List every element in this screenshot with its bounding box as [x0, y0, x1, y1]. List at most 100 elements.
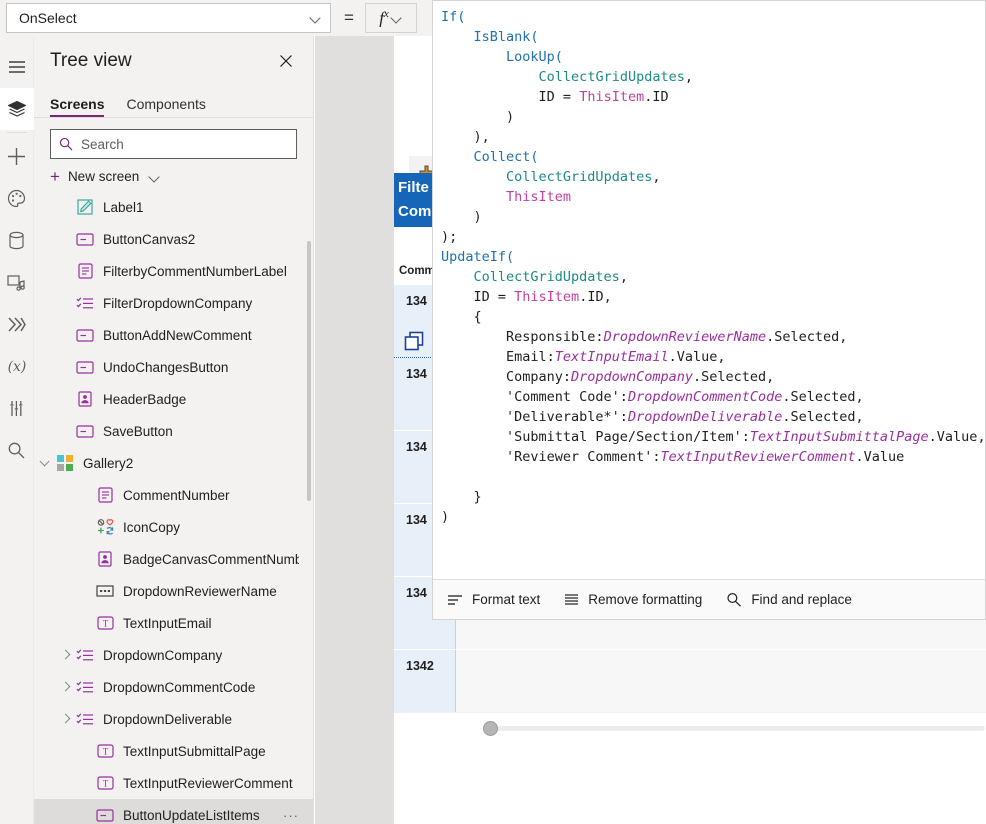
expand-spacer [78, 615, 94, 631]
menu-icon[interactable] [0, 46, 34, 88]
tab-components[interactable]: Components [126, 96, 205, 117]
chevron-right-icon[interactable] [58, 647, 74, 663]
data-icon[interactable] [0, 219, 34, 261]
tree-item-label: SaveButton [103, 423, 173, 439]
tree-item-dropdownreviewername[interactable]: DropdownReviewerName [34, 575, 313, 607]
tree-item-headerbadge[interactable]: HeaderBadge [34, 383, 313, 415]
format-text-button[interactable]: Format text [447, 592, 540, 607]
fx-button[interactable]: fx [365, 3, 417, 33]
code-line: ID = ThisItem.ID, [441, 287, 985, 307]
chevron-down-icon[interactable] [38, 455, 54, 471]
media-icon[interactable] [0, 261, 34, 303]
chevron-right-icon[interactable] [58, 711, 74, 727]
tree-item-undochangesbutton[interactable]: UndoChangesButton [34, 351, 313, 383]
code-token-pln: ) [441, 509, 450, 525]
combobox-icon [94, 582, 116, 600]
tree-item-dropdowncommentcode[interactable]: DropdownCommentCode [34, 671, 313, 703]
tree-item-buttonupdatelistitems[interactable]: ButtonUpdateListItems ··· [34, 799, 313, 824]
variables-icon[interactable]: (x) [0, 345, 34, 387]
property-selector[interactable]: OnSelect [6, 3, 331, 33]
search-input[interactable]: Search [50, 129, 297, 159]
insert-icon[interactable] [0, 135, 34, 177]
chevron-down-icon [391, 12, 403, 24]
svg-text:T: T [102, 618, 108, 628]
text-input-icon: T [94, 614, 116, 632]
tree-item-dropdowndeliverable[interactable]: DropdownDeliverable [34, 703, 313, 735]
code-token-pln: .Selected, [782, 409, 864, 425]
tree-item-iconcopy[interactable]: IconCopy [34, 511, 313, 543]
tree-item-savebutton[interactable]: SaveButton [34, 415, 313, 447]
search-icon[interactable] [0, 429, 34, 471]
chevron-right-icon[interactable] [58, 679, 74, 695]
code-line: ThisItem [441, 187, 985, 207]
more-options-icon[interactable]: ··· [283, 808, 299, 823]
tree-item-label: DropdownCommentCode [103, 679, 256, 695]
search-container: Search [34, 118, 313, 159]
property-selector-value: OnSelect [19, 10, 77, 26]
code-token-pln: ID = [538, 89, 580, 105]
tree-item-badgecanvascommentnumber[interactable]: BadgeCanvasCommentNumber [34, 543, 313, 575]
remove-formatting-icon [565, 593, 579, 605]
remove-formatting-button[interactable]: Remove formatting [564, 592, 702, 607]
code-line: ) [441, 107, 985, 127]
code-token-pln: .Value, [928, 429, 985, 445]
tree-item-label: Label1 [103, 199, 144, 215]
code-token-pln [441, 149, 474, 165]
tools-icon[interactable] [0, 387, 34, 429]
tree-item-label: DropdownReviewerName [123, 583, 277, 599]
tree-item-filterdropdowncompany[interactable]: FilterDropdownCompany [34, 287, 313, 319]
code-token-pln: .ID, [579, 289, 612, 305]
tree-item-dropdowncompany[interactable]: DropdownCompany [34, 639, 313, 671]
formula-code-area[interactable]: If( IsBlank( LookUp( CollectGridUpdates,… [433, 1, 985, 579]
code-token-fn: UpdateIf( [441, 249, 515, 265]
format-text-label: Format text [472, 592, 541, 607]
tree-item-gallery2[interactable]: Gallery2 [34, 447, 313, 479]
left-icon-rail: (x) [0, 36, 34, 824]
theme-palette-icon[interactable] [0, 177, 34, 219]
tree-item-label: UndoChangesButton [103, 359, 229, 375]
tree-item-buttonaddnewcomment[interactable]: ButtonAddNewComment [34, 319, 313, 351]
find-and-replace-button[interactable]: Find and replace [726, 592, 852, 607]
code-line: Email:TextInputEmail.Value, [441, 347, 985, 367]
code-line: IsBlank( [441, 27, 985, 47]
tree-view-tabs: Screens Components [34, 86, 313, 118]
horizontal-scrollbar[interactable] [394, 712, 986, 740]
code-token-pln: .Selected, [692, 369, 775, 385]
search-placeholder: Search [81, 136, 124, 152]
code-token-ctl: DropdownDeliverable [627, 409, 783, 425]
code-line: 'Comment Code':DropdownCommentCode.Selec… [441, 387, 985, 407]
code-token-pln [441, 269, 474, 285]
tree-item-textinputreviewercomment[interactable]: T TextInputReviewerComment [34, 767, 313, 799]
tree-view-icon[interactable] [0, 88, 34, 130]
label-icon [74, 198, 96, 216]
tree-item-label: IconCopy [123, 519, 181, 535]
tree-item-buttoncanvas2[interactable]: ButtonCanvas2 [34, 223, 313, 255]
button-icon [74, 230, 96, 248]
expand-spacer [58, 423, 74, 439]
scrollbar-thumb[interactable] [307, 241, 311, 501]
close-icon[interactable] [273, 48, 299, 74]
svg-text:T: T [102, 746, 108, 756]
code-token-pln [441, 29, 474, 45]
code-token-tbl: CollectGridUpdates [473, 269, 620, 285]
tree-item-label1[interactable]: Label1 [34, 191, 313, 223]
text-label-icon [94, 486, 116, 504]
copy-shapes-icon[interactable] [404, 331, 426, 358]
scrollbar-thumb[interactable] [483, 721, 498, 736]
power-automate-icon[interactable] [0, 303, 34, 345]
tree-item-commentnumber[interactable]: CommentNumber [34, 479, 313, 511]
code-token-kw: ThisItem [579, 89, 645, 105]
new-screen-button[interactable]: + New screen [34, 159, 313, 191]
code-token-tbl: CollectGridUpdates [506, 169, 653, 185]
tree-item-textinputemail[interactable]: T TextInputEmail [34, 607, 313, 639]
tree-view-header: Tree view [34, 36, 313, 86]
expand-spacer [78, 487, 94, 503]
code-token-pln: 'Submittal Page/Section/Item': [441, 429, 750, 445]
code-token-pln: Responsible: [441, 329, 604, 345]
tree-item-textinputsubmittalpage[interactable]: T TextInputSubmittalPage [34, 735, 313, 767]
tree-item-filterbycommentnumberlabel[interactable]: FilterbyCommentNumberLabel [34, 255, 313, 287]
rail-divider [6, 132, 27, 133]
tree-view-scrollbar[interactable] [307, 241, 311, 824]
tab-screens[interactable]: Screens [50, 96, 105, 117]
expand-spacer [78, 743, 94, 759]
